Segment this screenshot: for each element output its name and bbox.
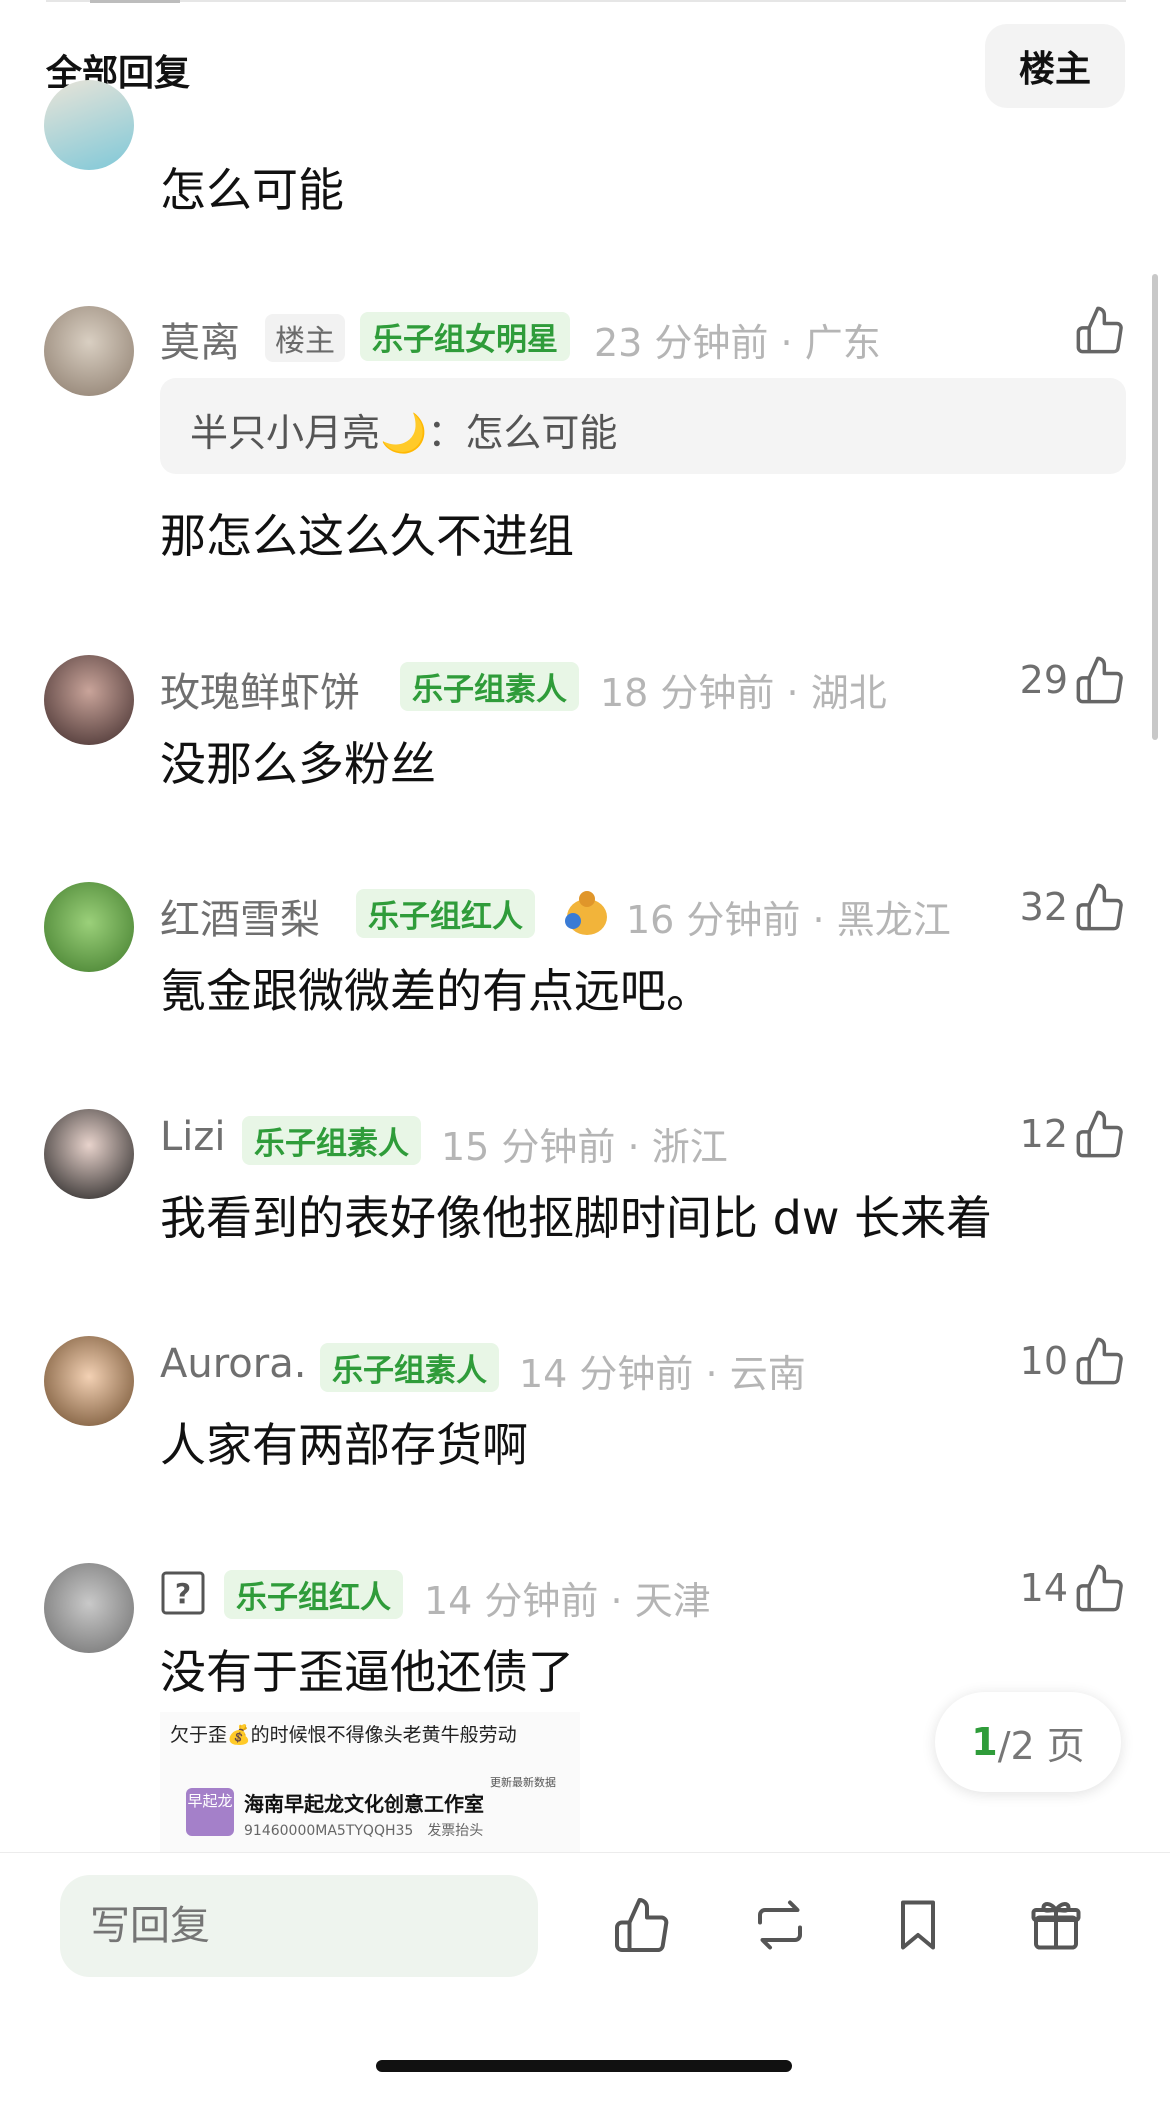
quote-text: 半只小月亮🌙：怎么可能 xyxy=(190,411,618,455)
comment-meta: 16 分钟前 · 黑龙江 xyxy=(626,898,951,942)
owner-badge: 楼主 xyxy=(265,314,345,362)
comment-author[interactable]: Lizi xyxy=(160,1114,226,1160)
comment-author[interactable]: 玫瑰鲜虾饼 xyxy=(160,660,360,718)
like-button[interactable] xyxy=(1074,304,1126,356)
comment-body: 没有于歪逼他还债了 xyxy=(160,1645,574,1699)
image-company-code: 91460000MA5TYQQH35 发票抬头 xyxy=(244,1820,483,1840)
comment-meta: 14 分钟前 · 云南 xyxy=(519,1352,806,1396)
home-indicator xyxy=(376,2060,792,2072)
comment-time: 14 分钟前 xyxy=(519,1352,694,1396)
image-update-label: 更新最新数据 xyxy=(490,1776,556,1789)
avatar[interactable] xyxy=(44,882,134,972)
thumbs-up-icon xyxy=(1076,1110,1123,1158)
like-count: 32 xyxy=(1019,885,1068,929)
avatar[interactable] xyxy=(44,655,134,745)
comment-time: 16 分钟前 xyxy=(626,898,801,942)
avatar[interactable] xyxy=(44,1563,134,1653)
comment-time: 14 分钟前 xyxy=(424,1579,599,1623)
comment-location: 天津 xyxy=(634,1579,711,1623)
comment-body: 人家有两部存货啊 xyxy=(160,1418,528,1472)
page-current: 1 xyxy=(971,1720,998,1764)
owner-only-button[interactable]: 楼主 xyxy=(985,24,1125,108)
like-button[interactable]: 29 xyxy=(1020,654,1126,706)
fan-medal-icon xyxy=(565,891,607,935)
gift-icon[interactable] xyxy=(1026,1893,1086,1957)
group-badge[interactable]: 乐子组红人 xyxy=(224,1570,403,1619)
avatar[interactable] xyxy=(44,1336,134,1426)
reply-input[interactable] xyxy=(60,1875,538,1977)
invoice-label: 发票抬头 xyxy=(427,1823,484,1839)
comment-meta: 18 分钟前 · 湖北 xyxy=(600,671,887,715)
page-indicator[interactable]: 1/2 页 xyxy=(935,1692,1121,1792)
comment-author[interactable]: Aurora. xyxy=(160,1341,306,1387)
comment-time: 18 分钟前 xyxy=(600,671,775,715)
comment-body: 我看到的表好像他抠脚时间比 dw 长来着 xyxy=(160,1191,993,1245)
thumbs-up-icon[interactable] xyxy=(612,1893,672,1957)
like-button[interactable]: 10 xyxy=(1020,1335,1126,1387)
image-attachment[interactable]: 欠于歪💰的时候恨不得像头老黄牛般劳动 更新最新数据 早起龙 海南早起龙文化创意工… xyxy=(160,1712,580,1852)
scrollbar[interactable] xyxy=(1152,274,1158,740)
comments-header: 全部回复 楼主 xyxy=(0,0,1170,120)
comment-location: 黑龙江 xyxy=(836,898,951,942)
thumbs-up-icon xyxy=(1076,1564,1123,1612)
comment-author[interactable]: 莫离 xyxy=(160,310,240,368)
group-badge[interactable]: 乐子组素人 xyxy=(400,662,579,711)
like-button[interactable]: 14 xyxy=(1020,1562,1126,1614)
like-count: 10 xyxy=(1019,1339,1068,1383)
comment-location: 浙江 xyxy=(651,1125,728,1169)
group-badge[interactable]: 乐子组素人 xyxy=(320,1343,499,1392)
like-button[interactable]: 32 xyxy=(1020,881,1126,933)
image-company-name: 海南早起龙文化创意工作室 xyxy=(244,1792,484,1816)
unknown-character-icon: ? xyxy=(161,1571,205,1615)
like-count: 29 xyxy=(1019,658,1068,702)
repost-icon[interactable] xyxy=(750,1893,810,1957)
comment-time: 23 分钟前 xyxy=(594,321,769,365)
like-count: 12 xyxy=(1019,1112,1068,1156)
thumbs-up-icon xyxy=(1076,306,1123,354)
quote-author: 半只小月亮🌙 xyxy=(190,411,428,455)
image-caption: 欠于歪💰的时候恨不得像头老黄牛般劳动 xyxy=(170,1724,517,1746)
avatar[interactable] xyxy=(44,1109,134,1199)
group-badge[interactable]: 乐子组红人 xyxy=(356,889,535,938)
comment-body: 怎么可能 xyxy=(160,163,344,217)
quoted-reply[interactable]: 半只小月亮🌙：怎么可能 xyxy=(160,378,1126,474)
thumbs-up-icon xyxy=(1076,656,1123,704)
group-badge[interactable]: 乐子组素人 xyxy=(242,1116,421,1165)
company-logo: 早起龙 xyxy=(186,1788,234,1836)
header-divider-accent xyxy=(90,0,180,3)
comment-author[interactable]: 红酒雪梨 xyxy=(160,887,320,945)
comment-location: 广东 xyxy=(804,321,881,365)
avatar[interactable] xyxy=(44,80,134,170)
like-count: 14 xyxy=(1019,1566,1068,1610)
comment-meta: 23 分钟前 · 广东 xyxy=(594,321,881,365)
svg-text:?: ? xyxy=(175,1577,191,1610)
header-divider xyxy=(46,0,1126,2)
avatar[interactable] xyxy=(44,306,134,396)
group-badge[interactable]: 乐子组女明星 xyxy=(360,312,570,361)
thumbs-up-icon xyxy=(1076,883,1123,931)
comment-body: 那怎么这么久不进组 xyxy=(160,509,574,563)
comment-body: 氪金跟微微差的有点远吧。 xyxy=(160,964,712,1018)
comment-location: 湖北 xyxy=(810,671,887,715)
page-total: /2 页 xyxy=(997,1723,1085,1768)
comment-meta: 14 分钟前 · 天津 xyxy=(424,1579,711,1623)
comment-location: 云南 xyxy=(729,1352,806,1396)
like-button[interactable]: 12 xyxy=(1020,1108,1126,1160)
bookmark-icon[interactable] xyxy=(888,1893,948,1957)
quote-content: 怎么可能 xyxy=(465,411,618,455)
comment-meta: 15 分钟前 · 浙江 xyxy=(441,1125,728,1169)
thumbs-up-icon xyxy=(1076,1337,1123,1385)
comment-body: 没那么多粉丝 xyxy=(160,737,436,791)
company-code: 91460000MA5TYQQH35 xyxy=(244,1823,414,1839)
comment-time: 15 分钟前 xyxy=(441,1125,616,1169)
